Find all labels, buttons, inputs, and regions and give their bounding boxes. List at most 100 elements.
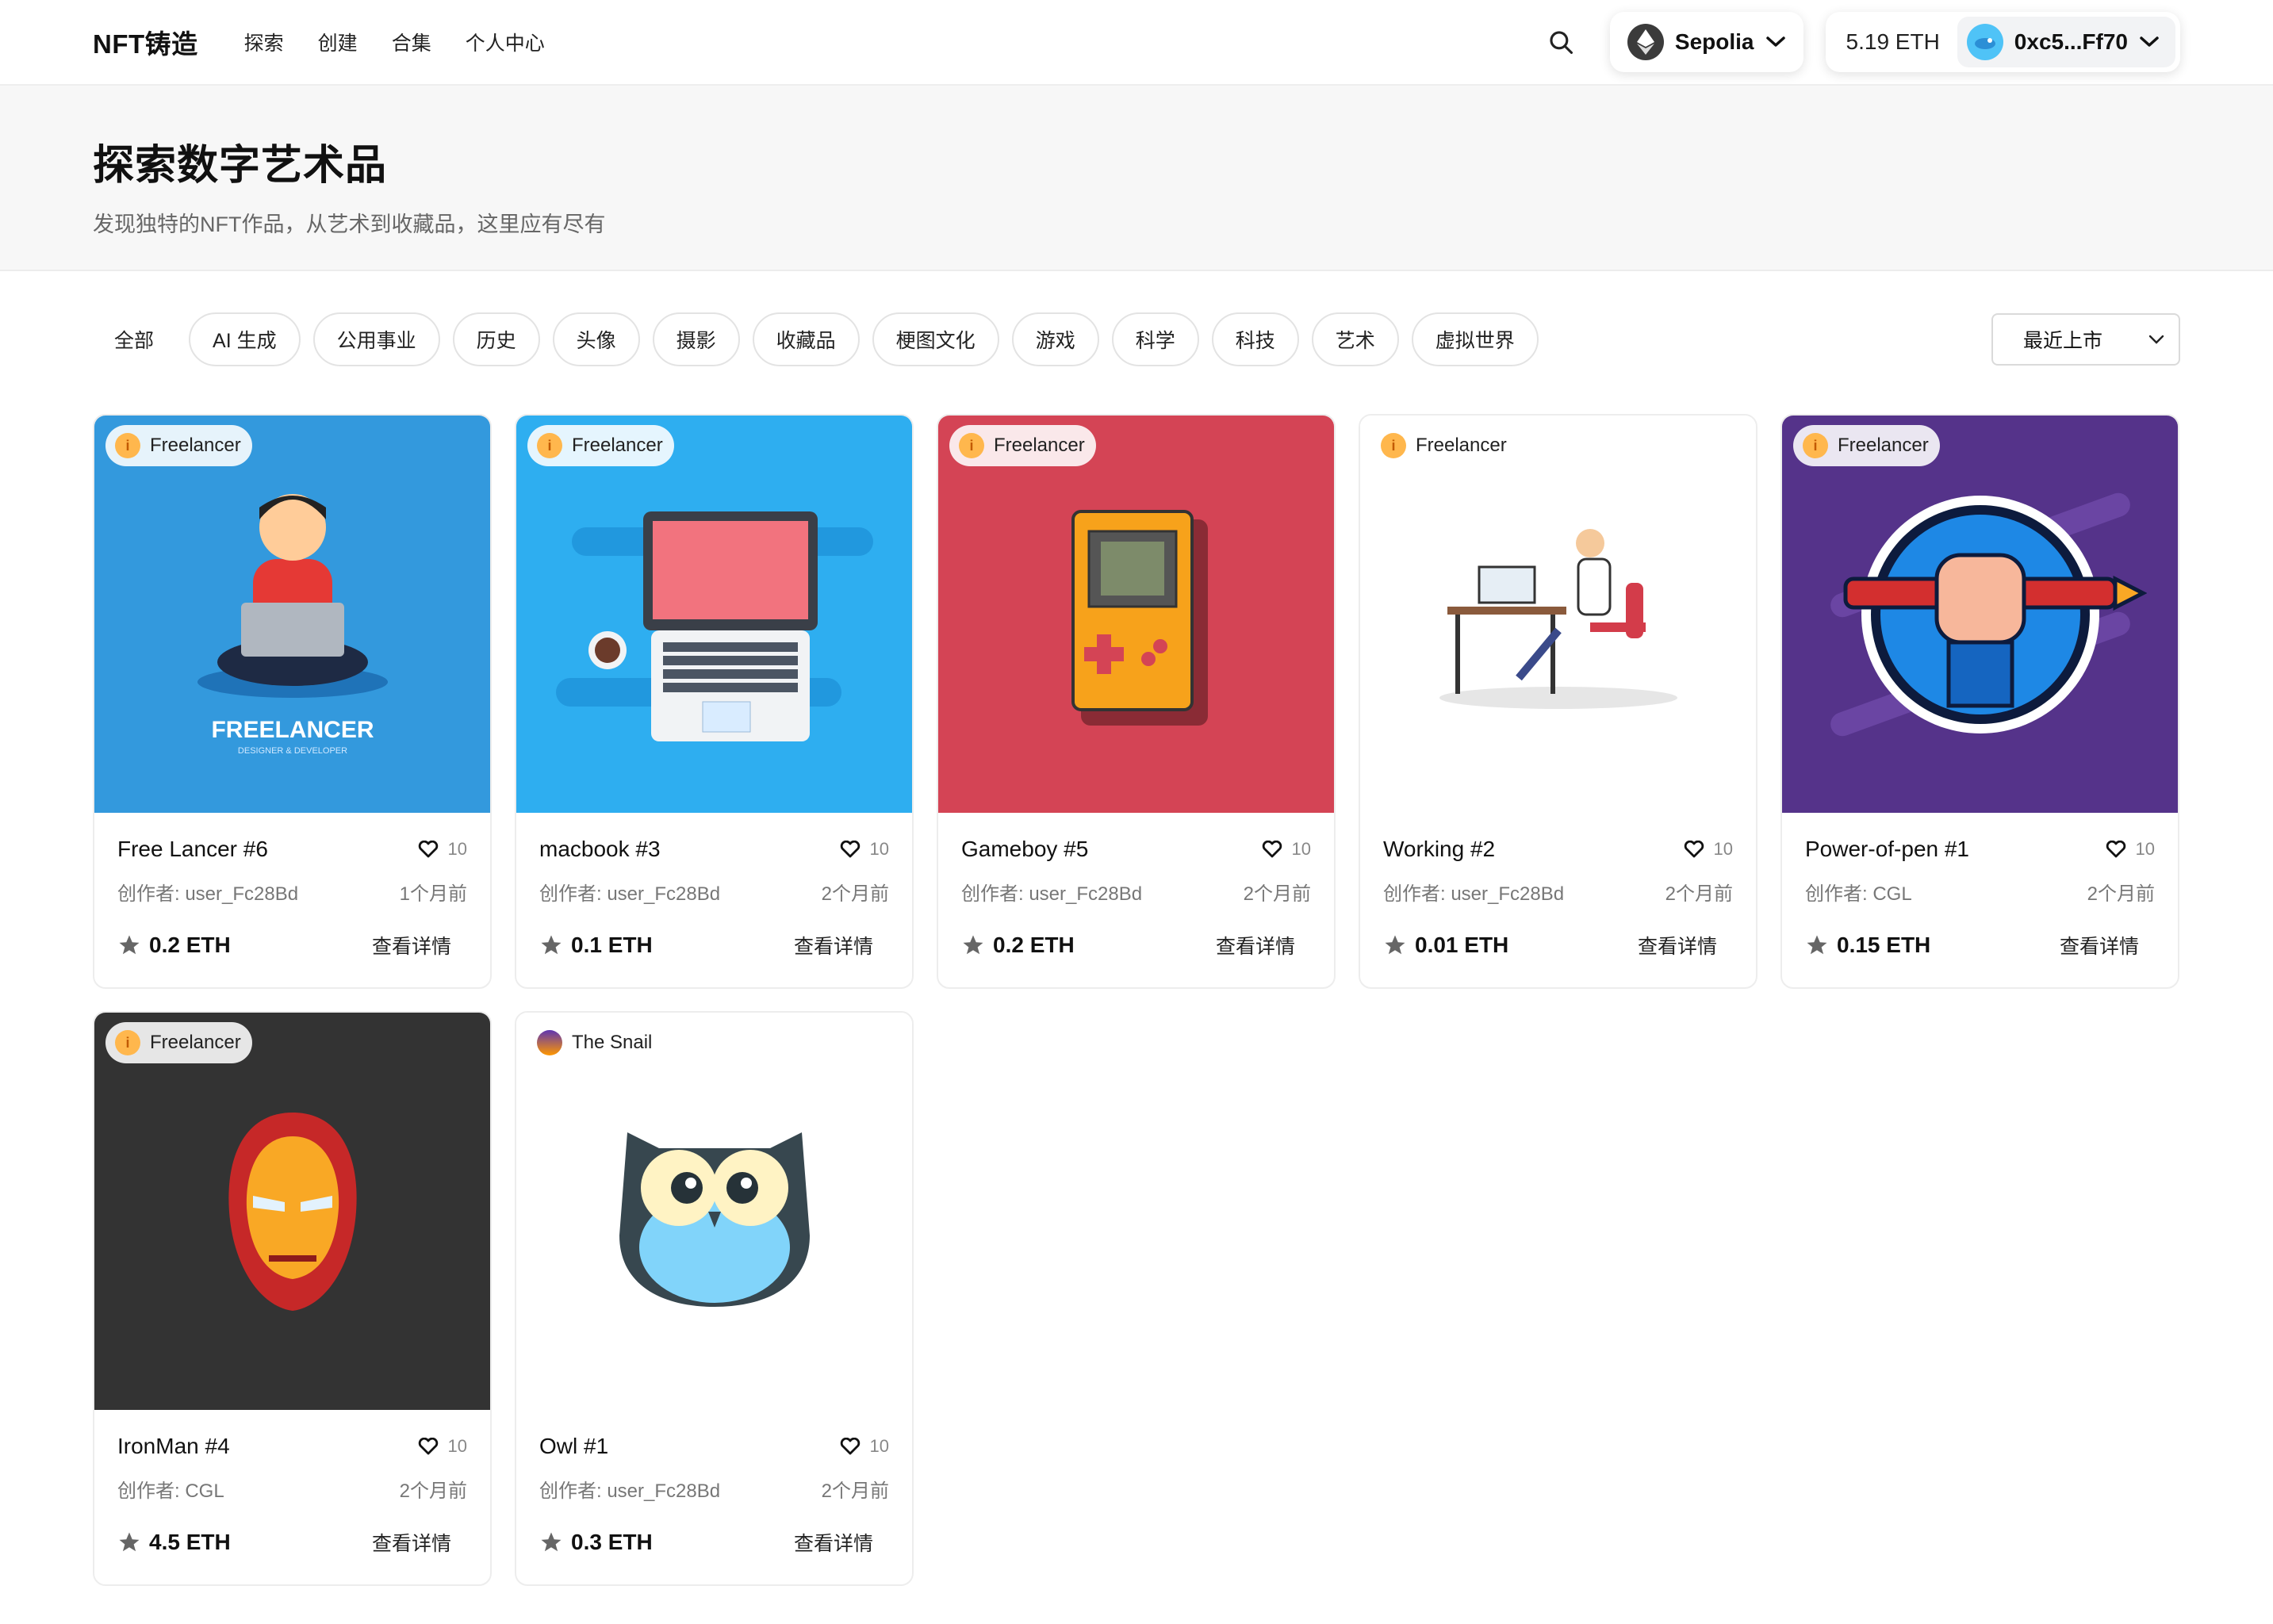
creator-avatar: i (959, 433, 984, 458)
nft-price: 0.2 ETH (961, 933, 1075, 958)
nav-collections[interactable]: 合集 (392, 28, 431, 56)
listed-time: 2个月前 (2087, 883, 2155, 905)
listed-time: 2个月前 (1243, 883, 1311, 905)
view-details-button[interactable]: 查看详情 (1216, 931, 1295, 959)
view-details-button[interactable]: 查看详情 (372, 1528, 451, 1557)
nav-create[interactable]: 创建 (318, 28, 358, 56)
like-button[interactable]: 10 (418, 1436, 467, 1457)
heart-icon (2106, 841, 2125, 858)
creator-badge[interactable]: The Snail (527, 1022, 663, 1063)
like-count: 10 (1713, 839, 1733, 859)
creator-badge[interactable]: i Freelancer (105, 425, 252, 466)
filter-all[interactable]: 全部 (93, 312, 177, 366)
price-value: 0.15 ETH (1837, 933, 1931, 957)
nft-title[interactable]: Owl #1 (539, 1434, 608, 1459)
wallet-address-box[interactable]: 0xc5...Ff70 (1957, 17, 2175, 67)
nft-title[interactable]: Power-of-pen #1 (1805, 837, 1969, 862)
creator-badge-label: The Snail (572, 1032, 653, 1053)
ironman-artwork (228, 1112, 357, 1311)
filter-gaming[interactable]: 游戏 (1011, 312, 1099, 366)
nft-card[interactable]: i Freelancer FREELANCER DESIGNER & DEVEL… (93, 414, 492, 989)
price-value: 0.2 ETH (149, 933, 231, 957)
nft-title[interactable]: Free Lancer #6 (117, 837, 268, 862)
filter-collectibles[interactable]: 收藏品 (752, 312, 860, 366)
nft-title[interactable]: IronMan #4 (117, 1434, 230, 1459)
brand-logo[interactable]: NFT铸造 (93, 23, 198, 61)
creator-name: 创作者: user_Fc28Bd (539, 883, 721, 905)
nft-title[interactable]: macbook #3 (539, 837, 661, 862)
star-icon (963, 935, 983, 955)
listed-time: 2个月前 (399, 1480, 467, 1502)
nft-title[interactable]: Gameboy #5 (961, 837, 1088, 862)
top-navbar: NFT铸造 探索 创建 合集 个人中心 Sepolia 5.19 ETH 0xc… (0, 0, 2273, 86)
nft-card[interactable]: i Freelancer Working #2 10 创作者: user_Fc2… (1359, 414, 1757, 989)
creator-badge[interactable]: i Freelancer (527, 425, 674, 466)
filter-memes[interactable]: 梗图文化 (872, 312, 999, 366)
filter-virtual-worlds[interactable]: 虚拟世界 (1411, 312, 1539, 366)
working-artwork (1439, 528, 1677, 709)
filter-photography[interactable]: 摄影 (652, 312, 740, 366)
creator-badge[interactable]: i Freelancer (949, 425, 1096, 466)
creator-name: 创作者: user_Fc28Bd (117, 883, 299, 905)
view-details-button[interactable]: 查看详情 (2060, 931, 2139, 959)
nft-image[interactable]: The Snail (516, 1013, 912, 1410)
view-details-button[interactable]: 查看详情 (794, 931, 873, 959)
like-count: 10 (1291, 839, 1311, 859)
like-count: 10 (447, 1436, 467, 1456)
view-details-button[interactable]: 查看详情 (1638, 931, 1717, 959)
view-details-button[interactable]: 查看详情 (372, 931, 451, 959)
power-of-pen-artwork (1830, 492, 2147, 736)
nft-title[interactable]: Working #2 (1383, 837, 1495, 862)
creator-badge[interactable]: i Freelancer (105, 1022, 252, 1063)
heart-icon (840, 841, 860, 858)
filter-utility[interactable]: 公用事业 (312, 312, 440, 366)
filter-tech[interactable]: 科技 (1211, 312, 1299, 366)
nft-image[interactable]: i Freelancer (94, 1013, 490, 1410)
nft-card[interactable]: i Freelancer Power-of-pen #1 10 创作者: CGL… (1780, 414, 2179, 989)
nav-explore[interactable]: 探索 (244, 28, 284, 56)
nft-image[interactable]: i Freelancer (1360, 416, 1756, 813)
price-value: 0.2 ETH (993, 933, 1075, 957)
sort-selected-value: 最近上市 (2023, 330, 2103, 352)
search-button[interactable] (1540, 21, 1581, 63)
price-value: 0.1 ETH (571, 933, 653, 957)
nft-card[interactable]: i Freelancer IronMan #4 10 创作者: CGL 2个月前… (93, 1011, 492, 1586)
like-button[interactable]: 10 (2106, 839, 2155, 860)
nft-image[interactable]: i Freelancer (1782, 416, 2178, 813)
nft-image[interactable]: i Freelancer (516, 416, 912, 813)
filter-science[interactable]: 科学 (1111, 312, 1199, 366)
nft-image[interactable]: i Freelancer (938, 416, 1334, 813)
like-button[interactable]: 10 (840, 839, 889, 860)
like-button[interactable]: 10 (1262, 839, 1311, 860)
star-icon (541, 935, 562, 955)
filter-history[interactable]: 历史 (452, 312, 540, 366)
listed-time: 2个月前 (821, 883, 889, 905)
creator-badge[interactable]: i Freelancer (1793, 425, 1940, 466)
creator-avatar: i (115, 433, 140, 458)
like-button[interactable]: 10 (840, 1436, 889, 1457)
nft-card[interactable]: i Freelancer Gameboy #5 10 创作者: user_Fc2… (937, 414, 1336, 989)
creator-badge[interactable]: i Freelancer (1371, 425, 1518, 466)
nav-profile[interactable]: 个人中心 (466, 28, 545, 56)
creator-name: 创作者: user_Fc28Bd (539, 1480, 721, 1502)
network-name: Sepolia (1674, 29, 1754, 54)
like-button[interactable]: 10 (418, 839, 467, 860)
nft-card[interactable]: The Snail Owl #1 10 创作者: user_Fc28Bd 2个月… (515, 1011, 914, 1586)
nft-price: 4.5 ETH (117, 1530, 231, 1555)
creator-name: 创作者: user_Fc28Bd (1383, 883, 1565, 905)
like-count: 10 (2135, 839, 2155, 859)
network-selector[interactable]: Sepolia (1609, 12, 1803, 72)
view-details-button[interactable]: 查看详情 (794, 1528, 873, 1557)
filter-ai[interactable]: AI 生成 (189, 312, 301, 366)
creator-avatar (537, 1030, 562, 1055)
like-count: 10 (869, 1436, 889, 1456)
sort-dropdown[interactable]: 最近上市 (1991, 313, 2180, 366)
account-button[interactable]: 5.19 ETH 0xc5...Ff70 (1825, 12, 2180, 72)
filter-avatar[interactable]: 头像 (552, 312, 640, 366)
like-button[interactable]: 10 (1684, 839, 1733, 860)
creator-badge-label: Freelancer (1838, 435, 1929, 456)
filter-art[interactable]: 艺术 (1311, 312, 1399, 366)
nft-image[interactable]: i Freelancer FREELANCER DESIGNER & DEVEL… (94, 416, 490, 813)
nft-card[interactable]: i Freelancer macbook #3 10 创作者: user_Fc2… (515, 414, 914, 989)
creator-name: 创作者: user_Fc28Bd (961, 883, 1143, 905)
